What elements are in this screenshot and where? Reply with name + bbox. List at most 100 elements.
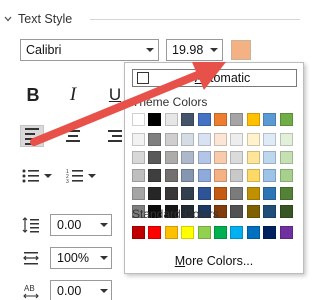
character-width-icon (20, 247, 42, 269)
theme-color-swatch[interactable] (263, 187, 277, 200)
text-color-button[interactable] (231, 40, 251, 60)
font-name-dropdown-arrow[interactable] (142, 40, 158, 60)
theme-color-swatch[interactable] (148, 133, 162, 146)
underline-button[interactable]: U (104, 84, 126, 106)
theme-color-swatch[interactable] (213, 151, 227, 164)
automatic-color-option[interactable]: Automatic (132, 69, 297, 87)
theme-color-swatch[interactable] (213, 133, 227, 146)
bullet-list-button[interactable] (22, 165, 52, 187)
theme-color-swatch[interactable] (197, 133, 211, 146)
theme-color-swatch[interactable] (132, 133, 145, 146)
theme-color-swatch[interactable] (246, 205, 260, 218)
bold-button[interactable]: B (22, 84, 44, 106)
font-name-combo[interactable]: Calibri (20, 39, 159, 61)
theme-color-swatch[interactable] (279, 205, 293, 218)
standard-color-swatch[interactable] (164, 226, 178, 239)
more-colors-button[interactable]: More Colors... (125, 254, 303, 268)
standard-color-swatch[interactable] (279, 226, 293, 239)
standard-color-swatch[interactable] (132, 226, 145, 239)
theme-color-swatch[interactable] (164, 113, 178, 126)
theme-color-swatch[interactable] (279, 133, 293, 146)
align-left-button[interactable] (20, 125, 44, 147)
theme-colors-grid (132, 113, 293, 218)
standard-color-swatch[interactable] (246, 226, 260, 239)
theme-color-swatch[interactable] (197, 187, 211, 200)
character-spacing-dropdown-arrow[interactable] (97, 281, 111, 300)
italic-button[interactable]: I (62, 84, 84, 106)
theme-color-swatch[interactable] (132, 187, 145, 200)
theme-color-swatch[interactable] (246, 133, 260, 146)
line-spacing-input[interactable]: 0.00 (50, 214, 112, 236)
bullet-list-icon (22, 169, 39, 183)
font-size-value[interactable]: 19.98 (167, 43, 206, 57)
theme-color-swatch[interactable] (197, 113, 211, 126)
svg-text:AB: AB (24, 284, 35, 293)
theme-color-swatch[interactable] (213, 187, 227, 200)
theme-color-swatch[interactable] (181, 151, 195, 164)
theme-color-swatch[interactable] (213, 169, 227, 182)
line-spacing-dropdown-arrow[interactable] (97, 215, 111, 235)
theme-color-swatch[interactable] (279, 151, 293, 164)
standard-colors-grid (132, 226, 293, 239)
theme-color-swatch[interactable] (263, 205, 277, 218)
theme-color-swatch[interactable] (181, 113, 195, 126)
theme-color-swatch[interactable] (181, 187, 195, 200)
character-spacing-value[interactable]: 0.00 (51, 284, 97, 298)
theme-color-swatch[interactable] (132, 151, 145, 164)
chevron-down-icon (210, 48, 218, 52)
theme-color-swatch[interactable] (132, 113, 145, 126)
theme-color-swatch[interactable] (164, 169, 178, 182)
theme-color-swatch[interactable] (246, 113, 260, 126)
theme-color-swatch[interactable] (164, 187, 178, 200)
theme-color-swatch[interactable] (181, 133, 195, 146)
font-size-dropdown-arrow[interactable] (206, 40, 222, 60)
theme-color-swatch[interactable] (148, 169, 162, 182)
text-style-section-header[interactable]: Text Style (2, 10, 72, 28)
theme-color-swatch[interactable] (230, 169, 244, 182)
theme-color-swatch[interactable] (148, 151, 162, 164)
standard-color-swatch[interactable] (181, 226, 195, 239)
theme-color-swatch[interactable] (230, 205, 244, 218)
align-center-button[interactable] (62, 125, 86, 147)
font-name-value[interactable]: Calibri (21, 43, 142, 57)
theme-color-swatch[interactable] (164, 133, 178, 146)
theme-color-swatch[interactable] (230, 133, 244, 146)
theme-color-swatch[interactable] (148, 113, 162, 126)
theme-color-swatch[interactable] (279, 113, 293, 126)
font-size-combo[interactable]: 19.98 (166, 39, 223, 61)
theme-color-swatch[interactable] (213, 113, 227, 126)
collapse-chevron-icon[interactable] (2, 13, 14, 25)
theme-color-swatch[interactable] (132, 169, 145, 182)
theme-color-swatch[interactable] (164, 151, 178, 164)
theme-color-swatch[interactable] (279, 169, 293, 182)
theme-color-swatch[interactable] (263, 113, 277, 126)
theme-color-swatch[interactable] (263, 133, 277, 146)
numbered-list-button[interactable]: 1 2 3 (66, 165, 96, 187)
theme-color-swatch[interactable] (230, 187, 244, 200)
theme-color-swatch[interactable] (263, 169, 277, 182)
theme-color-swatch[interactable] (279, 187, 293, 200)
character-spacing-input[interactable]: 0.00 (50, 280, 112, 300)
theme-color-swatch[interactable] (263, 151, 277, 164)
chevron-down-icon (100, 256, 108, 260)
chevron-down-icon[interactable] (44, 174, 52, 178)
theme-color-swatch[interactable] (197, 151, 211, 164)
standard-color-swatch[interactable] (148, 226, 162, 239)
theme-color-swatch[interactable] (230, 151, 244, 164)
standard-color-swatch[interactable] (230, 226, 244, 239)
character-width-dropdown-arrow[interactable] (97, 248, 111, 268)
standard-color-swatch[interactable] (197, 226, 211, 239)
theme-color-swatch[interactable] (148, 187, 162, 200)
character-width-input[interactable]: 100% (50, 247, 112, 269)
line-spacing-value[interactable]: 0.00 (51, 218, 97, 232)
theme-color-swatch[interactable] (181, 169, 195, 182)
theme-color-swatch[interactable] (246, 169, 260, 182)
theme-color-swatch[interactable] (246, 151, 260, 164)
character-width-value[interactable]: 100% (51, 251, 97, 265)
standard-color-swatch[interactable] (213, 226, 227, 239)
chevron-down-icon[interactable] (88, 174, 96, 178)
standard-color-swatch[interactable] (263, 226, 277, 239)
theme-color-swatch[interactable] (230, 113, 244, 126)
theme-color-swatch[interactable] (197, 169, 211, 182)
theme-color-swatch[interactable] (246, 187, 260, 200)
